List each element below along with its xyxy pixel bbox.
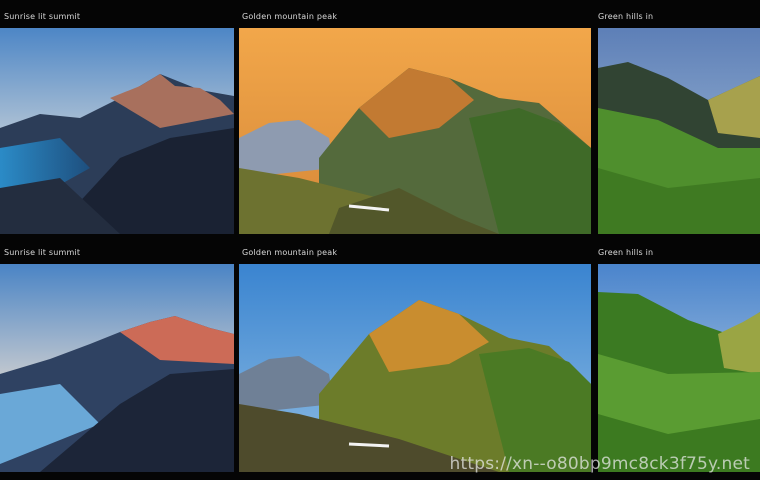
- caption-row2-col2: Golden mountain peak: [242, 248, 338, 257]
- photo-green-hills-2[interactable]: [598, 264, 760, 472]
- caption-row1-col2: Golden mountain peak: [242, 12, 338, 21]
- photo-golden-peak-1[interactable]: [239, 28, 591, 234]
- caption-row1-col3: Green hills in: [598, 12, 654, 21]
- caption-row2-col3: Green hills in: [598, 248, 654, 257]
- caption-row2-col1: Sunrise lit summit: [4, 248, 81, 257]
- photo-sunrise-summit-1[interactable]: [0, 28, 234, 234]
- photo-sunrise-summit-2[interactable]: [0, 264, 234, 472]
- photo-green-hills-1[interactable]: [598, 28, 760, 234]
- caption-row1-col1: Sunrise lit summit: [4, 12, 81, 21]
- photo-golden-peak-2[interactable]: [239, 264, 591, 472]
- watermark-url: https://xn--o80bp9mc8ck3f75y.net: [449, 454, 750, 474]
